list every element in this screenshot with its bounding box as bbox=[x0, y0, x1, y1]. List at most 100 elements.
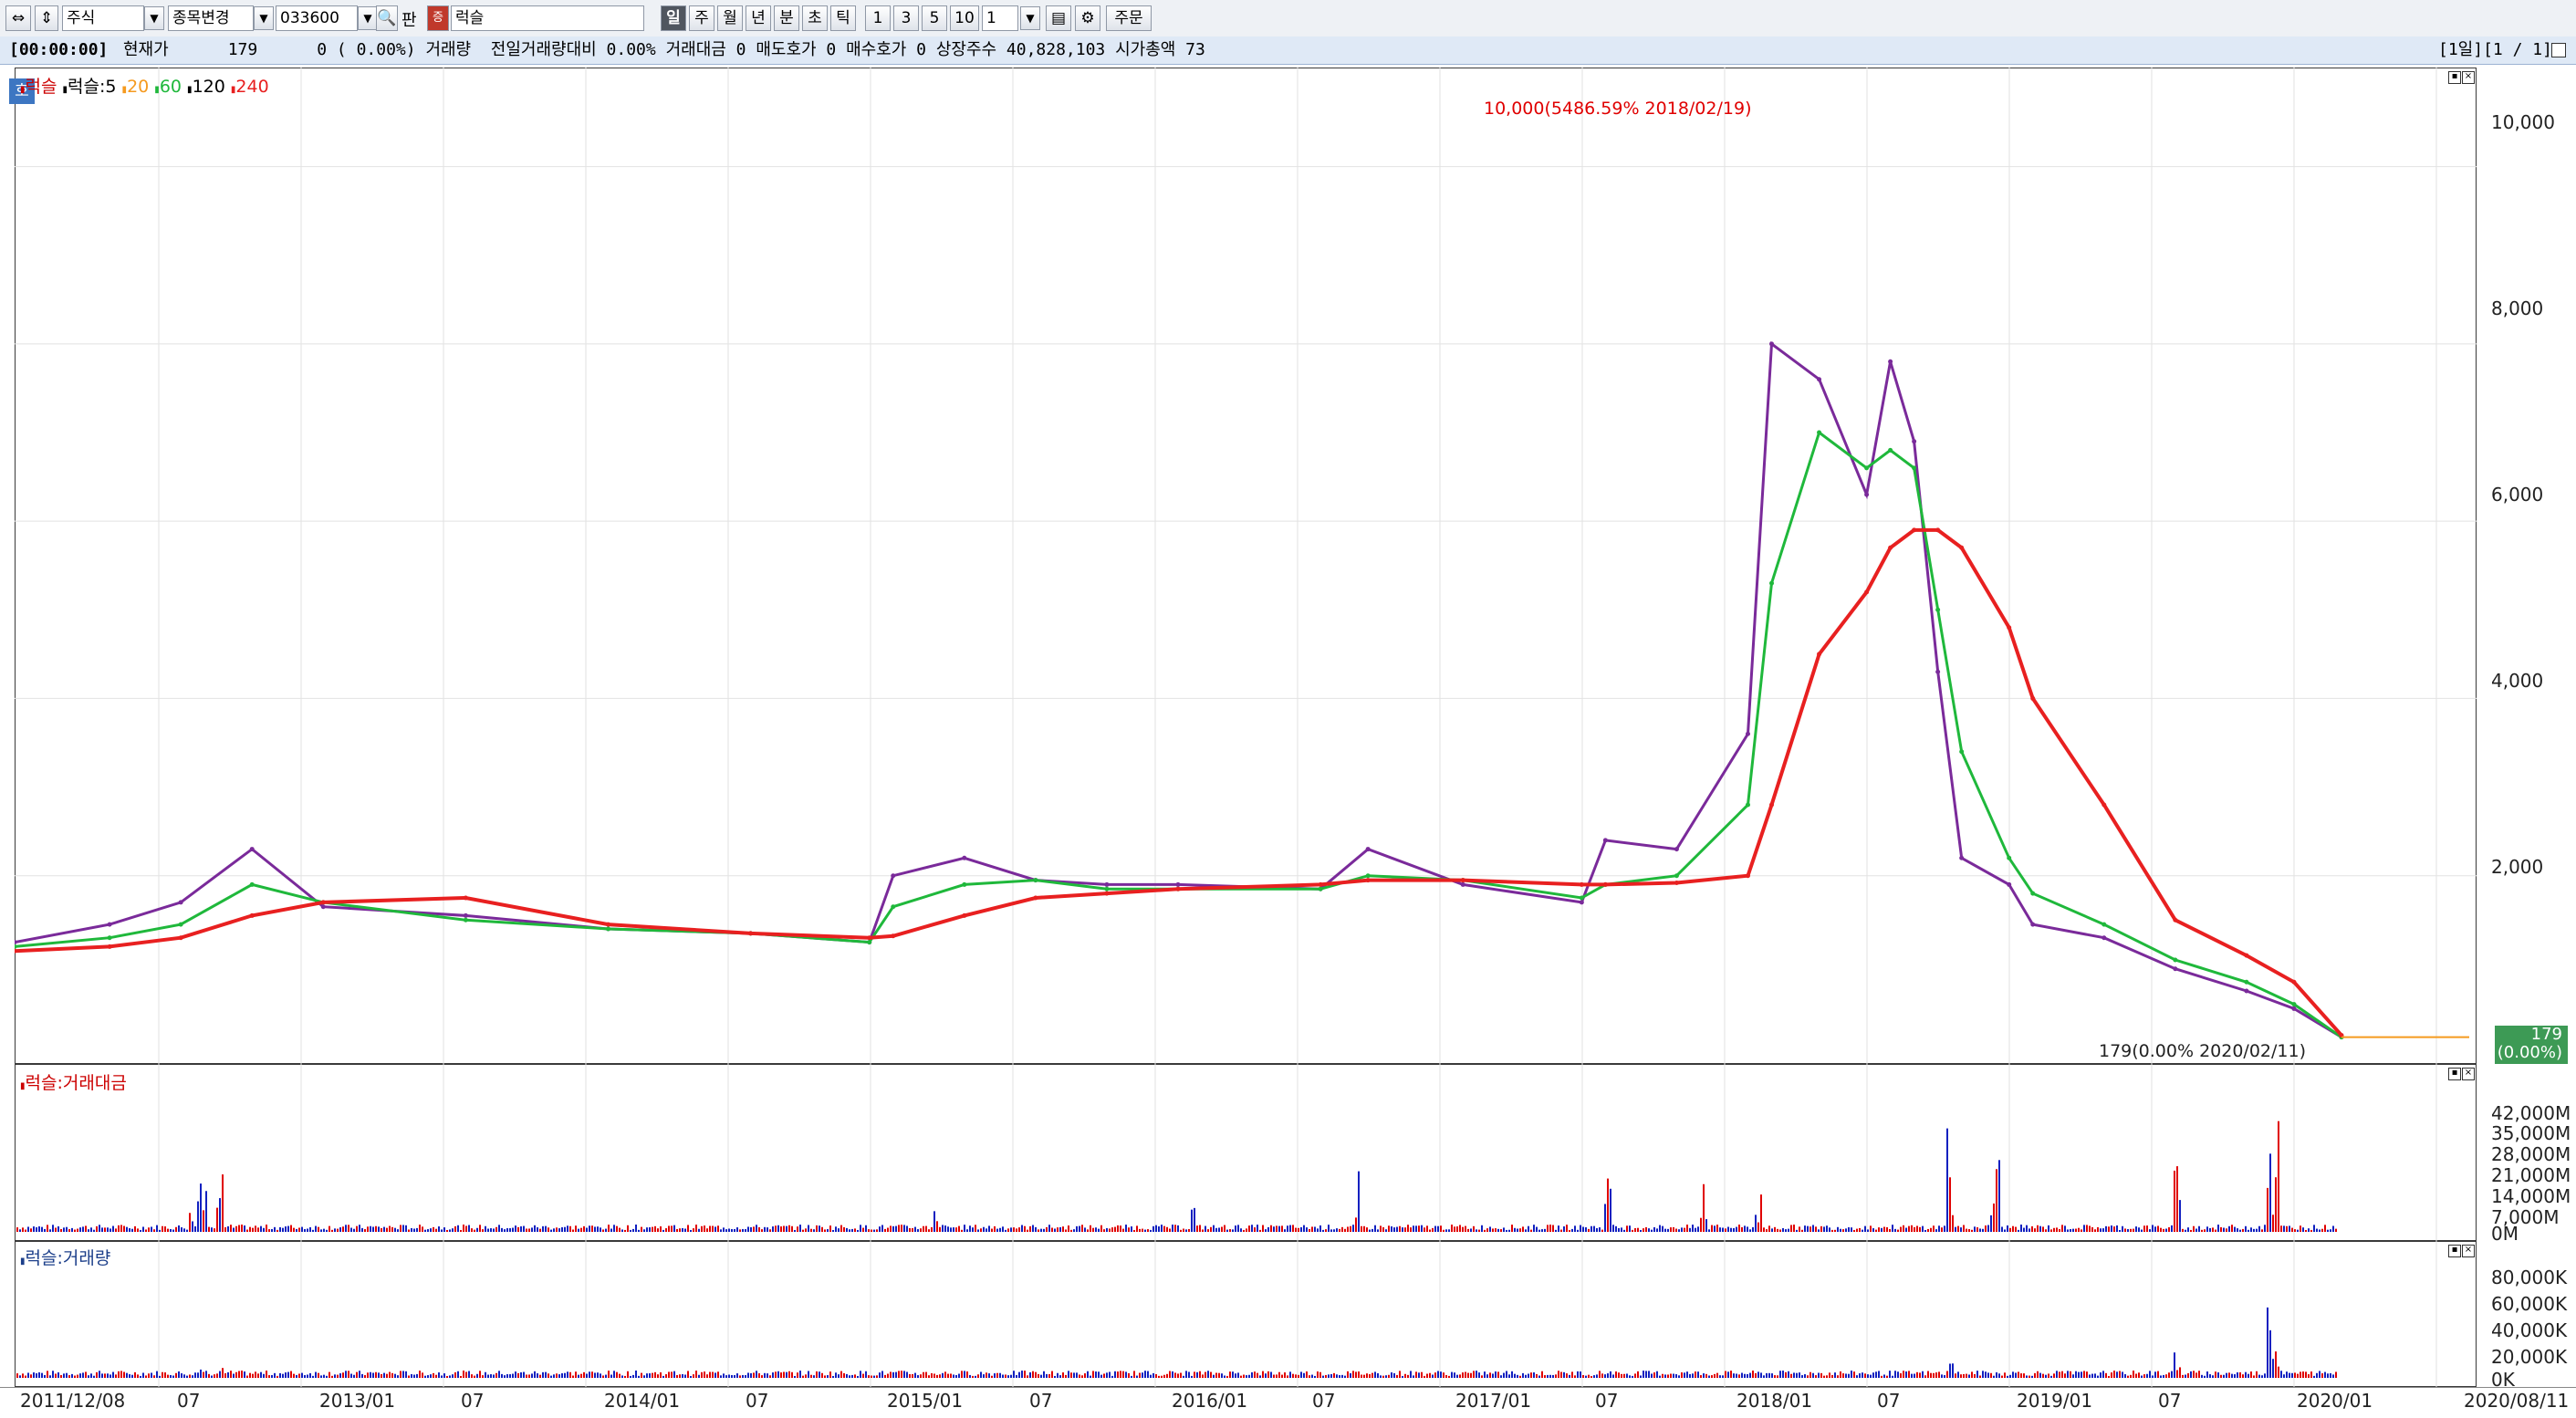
bar bbox=[1035, 1371, 1037, 1378]
interval-dropdown-icon[interactable]: ▼ bbox=[1020, 6, 1040, 30]
bar bbox=[120, 1371, 122, 1378]
bar bbox=[1407, 1374, 1409, 1378]
bar bbox=[1188, 1371, 1190, 1378]
bar bbox=[1886, 1226, 1888, 1232]
bar bbox=[1254, 1371, 1256, 1378]
bar bbox=[1470, 1372, 1472, 1378]
bar bbox=[350, 1227, 352, 1232]
save-icon[interactable]: ▤ bbox=[1046, 5, 1071, 31]
bar bbox=[980, 1228, 982, 1232]
volume-close-icon[interactable]: × bbox=[2462, 1245, 2475, 1257]
bar bbox=[975, 1225, 976, 1232]
bar bbox=[296, 1228, 297, 1232]
bar bbox=[49, 1375, 51, 1378]
bar bbox=[1018, 1227, 1020, 1232]
scroll-icon[interactable]: ⇕ bbox=[35, 5, 58, 31]
stock-name-field[interactable]: 럭슬 bbox=[451, 5, 644, 31]
amount-close-icon[interactable]: × bbox=[2462, 1068, 2475, 1080]
period-week-button[interactable]: 주 bbox=[689, 5, 714, 31]
interval-10-button[interactable]: 10 bbox=[950, 5, 979, 31]
bar bbox=[1410, 1371, 1412, 1378]
amount-minimize-icon[interactable]: ▪ bbox=[2448, 1068, 2461, 1080]
data-point bbox=[107, 935, 112, 941]
bar bbox=[646, 1227, 648, 1232]
bar bbox=[1259, 1229, 1261, 1232]
bar bbox=[1859, 1227, 1861, 1232]
bar bbox=[1785, 1371, 1787, 1378]
bar bbox=[1024, 1371, 1026, 1378]
data-point bbox=[2173, 966, 2178, 972]
bar bbox=[1533, 1372, 1535, 1378]
stock-code-input[interactable]: 033600 bbox=[276, 5, 358, 31]
bar bbox=[41, 1372, 43, 1378]
x-tick: 07 bbox=[746, 1390, 769, 1412]
panel-close-icon[interactable]: × bbox=[2462, 71, 2475, 84]
data-point bbox=[2030, 695, 2036, 701]
bar bbox=[1385, 1375, 1387, 1378]
period-minute-button[interactable]: 분 bbox=[774, 5, 799, 31]
panel-minimize-icon[interactable]: ▪ bbox=[2448, 71, 2461, 84]
interval-input[interactable]: 1 bbox=[982, 5, 1018, 31]
data-point bbox=[1959, 855, 1965, 860]
volume-minimize-icon[interactable]: ▪ bbox=[2448, 1245, 2461, 1257]
period-second-button[interactable]: 초 bbox=[802, 5, 828, 31]
bar bbox=[260, 1225, 262, 1232]
bar bbox=[1174, 1225, 1176, 1232]
bar bbox=[16, 1227, 18, 1232]
bar bbox=[1344, 1228, 1346, 1232]
bar bbox=[2269, 1329, 2271, 1378]
search-icon[interactable]: 🔍 bbox=[376, 5, 398, 31]
bar bbox=[391, 1226, 393, 1232]
resize-icon[interactable]: ⇔ bbox=[5, 5, 31, 31]
period-day-button[interactable]: 일 bbox=[661, 5, 686, 31]
bar bbox=[1046, 1373, 1048, 1378]
bar bbox=[1098, 1228, 1100, 1232]
period-month-button[interactable]: 월 bbox=[717, 5, 743, 31]
bar bbox=[1185, 1371, 1187, 1378]
bar bbox=[1328, 1374, 1330, 1378]
bar bbox=[342, 1226, 344, 1232]
bar bbox=[375, 1371, 377, 1378]
data-point bbox=[962, 855, 967, 860]
period-year-button[interactable]: 년 bbox=[746, 5, 771, 31]
window-icon[interactable] bbox=[2551, 43, 2566, 57]
bar bbox=[63, 1227, 65, 1232]
bar bbox=[27, 1372, 29, 1378]
settings-icon[interactable]: ⚙ bbox=[1075, 5, 1100, 31]
bar bbox=[1467, 1228, 1469, 1232]
bar bbox=[1330, 1229, 1332, 1232]
market-dropdown-icon[interactable]: ▼ bbox=[144, 6, 164, 30]
data-point bbox=[2291, 979, 2297, 985]
bar bbox=[791, 1225, 793, 1232]
item-change-select[interactable]: 종목변경 bbox=[168, 5, 254, 31]
bar bbox=[969, 1225, 971, 1232]
bar bbox=[706, 1374, 708, 1378]
bar bbox=[2267, 1187, 2268, 1232]
bar bbox=[1711, 1375, 1713, 1378]
bar bbox=[68, 1229, 70, 1232]
bar bbox=[381, 1373, 382, 1378]
market-select[interactable]: 주식 bbox=[62, 5, 144, 31]
order-button[interactable]: 주문 bbox=[1106, 5, 1152, 31]
period-tick-button[interactable]: 틱 bbox=[830, 5, 856, 31]
bar bbox=[1319, 1225, 1321, 1232]
bar bbox=[1495, 1228, 1497, 1232]
bar bbox=[1566, 1373, 1568, 1378]
bar bbox=[2097, 1375, 2099, 1378]
interval-1-button[interactable]: 1 bbox=[865, 5, 891, 31]
data-point bbox=[1888, 447, 1893, 453]
bar bbox=[1941, 1374, 1943, 1378]
bar bbox=[1087, 1371, 1089, 1378]
data-point bbox=[962, 881, 967, 887]
interval-3-button[interactable]: 3 bbox=[893, 5, 919, 31]
item-change-dropdown-icon[interactable]: ▼ bbox=[254, 6, 274, 30]
code-dropdown-icon[interactable]: ▼ bbox=[358, 6, 378, 30]
interval-5-button[interactable]: 5 bbox=[922, 5, 947, 31]
data-point bbox=[1104, 881, 1110, 887]
bar bbox=[501, 1373, 503, 1378]
bar bbox=[895, 1371, 897, 1378]
bar bbox=[887, 1373, 889, 1378]
bar bbox=[2231, 1225, 2233, 1232]
bar bbox=[1243, 1374, 1245, 1378]
bar bbox=[1155, 1373, 1157, 1378]
